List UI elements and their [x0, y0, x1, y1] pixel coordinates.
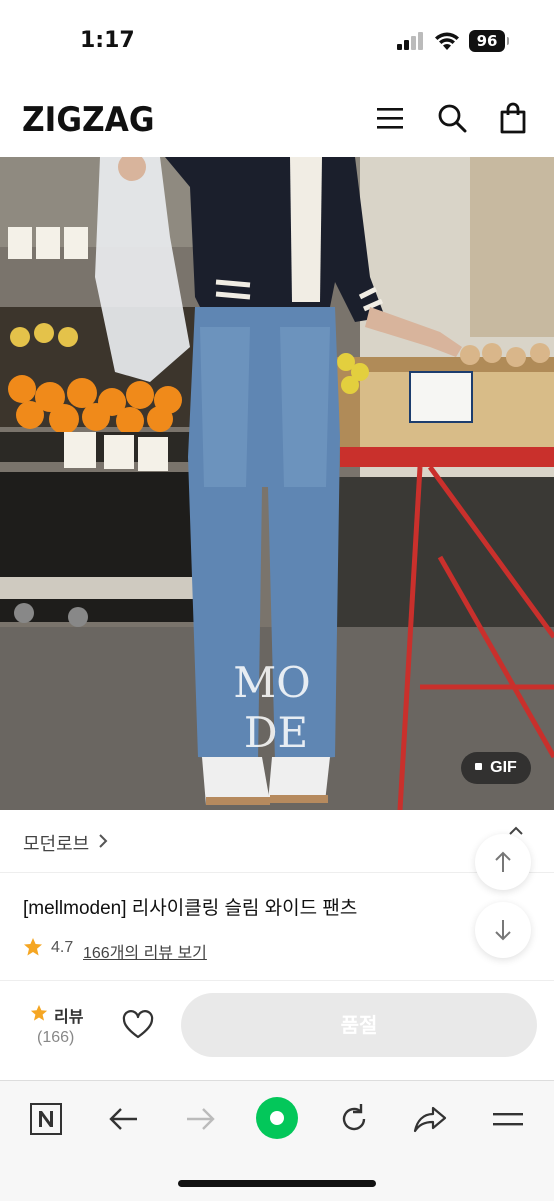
menu-icon[interactable] [490, 1101, 526, 1137]
gif-dot-icon [475, 763, 483, 771]
wifi-icon [435, 32, 459, 50]
product-title: [mellmoden] 리사이클링 슬림 와이드 팬츠 [23, 898, 358, 919]
scroll-down-button[interactable] [475, 902, 531, 958]
forward-arrow-icon[interactable] [182, 1101, 218, 1137]
soldout-button[interactable]: 품절 [181, 993, 537, 1057]
status-bar: 1:17 96 [0, 0, 554, 82]
cellular-signal-icon [397, 32, 423, 50]
divider [0, 980, 554, 981]
share-icon[interactable] [412, 1101, 448, 1137]
brand-name[interactable]: 모던로브 [23, 830, 89, 856]
heart-icon[interactable] [121, 1008, 155, 1042]
app-header: ZIGZAG [0, 82, 554, 157]
review-count: (166) [37, 1029, 75, 1046]
product-photo: MO DE [0, 157, 554, 810]
search-icon[interactable] [436, 102, 468, 134]
naver-icon[interactable] [28, 1101, 64, 1137]
watermark-mo: MO [233, 658, 310, 707]
green-home-dot-icon[interactable] [254, 1095, 300, 1141]
product-image[interactable]: MO DE [0, 157, 554, 810]
shopping-bag-icon[interactable] [497, 102, 529, 134]
rating-value: 4.7 [51, 939, 74, 956]
star-icon [24, 938, 42, 956]
watermark-de: DE [244, 708, 308, 757]
home-indicator [178, 1180, 376, 1187]
gif-badge[interactable]: GIF [461, 752, 531, 784]
menu-icon[interactable] [374, 102, 406, 134]
battery-indicator: 96 [469, 30, 509, 52]
chevron-right-icon [99, 834, 108, 848]
back-arrow-icon[interactable] [106, 1101, 142, 1137]
zigzag-logo[interactable]: ZIGZAG [22, 100, 155, 140]
review-link[interactable]: 166개의 리뷰 보기 [83, 939, 207, 963]
review-label: 리뷰 [54, 1009, 84, 1026]
star-icon [30, 1004, 48, 1021]
reload-icon[interactable] [336, 1101, 372, 1137]
arrow-up-icon [495, 851, 511, 872]
status-time: 1:17 [80, 28, 135, 53]
gif-label: GIF [490, 759, 517, 776]
brand-row[interactable]: 모던로브 [0, 810, 554, 873]
review-summary[interactable]: 리뷰 (166) [22, 1000, 102, 1052]
scroll-up-button[interactable] [475, 834, 531, 890]
arrow-down-icon [495, 920, 511, 941]
